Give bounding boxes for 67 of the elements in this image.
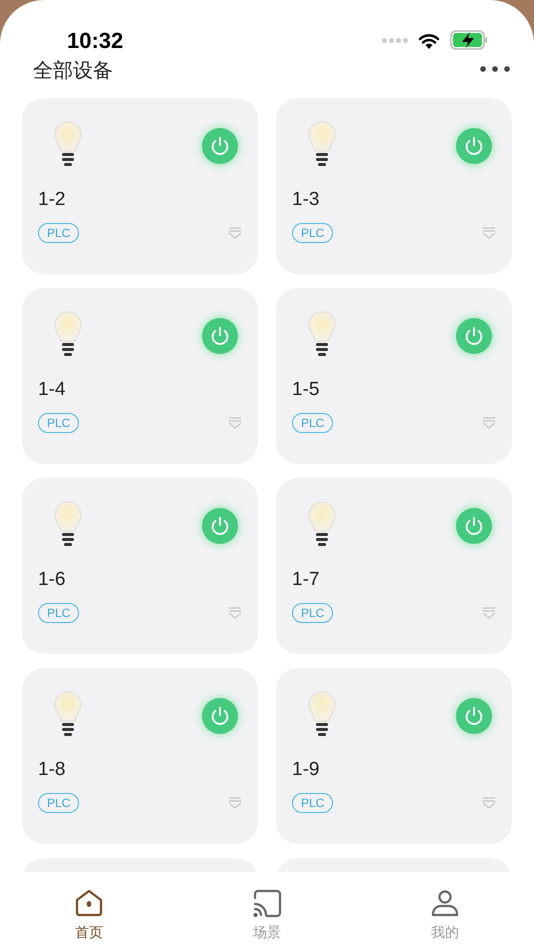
chevron-down-icon[interactable] bbox=[482, 417, 496, 429]
page-title: 全部设备 bbox=[33, 59, 113, 84]
power-icon bbox=[463, 705, 485, 727]
power-icon bbox=[463, 325, 485, 347]
chevron-down-icon[interactable] bbox=[228, 417, 242, 429]
chevron-down-icon[interactable] bbox=[482, 227, 496, 239]
device-name: 1-3 bbox=[292, 190, 320, 209]
power-icon bbox=[209, 515, 231, 537]
protocol-tag: PLC bbox=[292, 413, 334, 433]
protocol-tag: PLC bbox=[38, 223, 80, 243]
protocol-tag: PLC bbox=[292, 793, 334, 813]
light-bulb-icon bbox=[52, 120, 84, 168]
protocol-tag: PLC bbox=[292, 223, 334, 243]
device-card[interactable]: 1-5 PLC bbox=[276, 288, 512, 464]
chevron-down-icon[interactable] bbox=[228, 607, 242, 619]
tab-bar-item[interactable]: 首页 bbox=[49, 888, 129, 943]
light-bulb-icon bbox=[306, 500, 338, 548]
device-card[interactable]: 1-8 PLC bbox=[22, 668, 258, 844]
chevron-down-icon[interactable] bbox=[228, 797, 242, 809]
power-button[interactable] bbox=[456, 698, 492, 734]
protocol-tag: PLC bbox=[38, 793, 80, 813]
device-name: 1-4 bbox=[38, 380, 66, 399]
wifi-icon bbox=[418, 32, 440, 48]
power-button[interactable] bbox=[202, 508, 238, 544]
device-name: 1-5 bbox=[292, 380, 320, 399]
person-icon bbox=[430, 888, 460, 918]
power-icon bbox=[209, 135, 231, 157]
power-icon bbox=[209, 325, 231, 347]
light-bulb-icon bbox=[52, 690, 84, 738]
status-time: 10:32 bbox=[67, 30, 124, 52]
device-card[interactable]: 1-2 PLC bbox=[22, 98, 258, 274]
battery-charging-icon bbox=[450, 30, 488, 50]
device-name: 1-2 bbox=[38, 190, 66, 209]
power-button[interactable] bbox=[456, 318, 492, 354]
device-card[interactable]: 1-9 PLC bbox=[276, 668, 512, 844]
chevron-down-icon[interactable] bbox=[228, 227, 242, 239]
power-button[interactable] bbox=[456, 508, 492, 544]
protocol-tag: PLC bbox=[38, 603, 80, 623]
chevron-down-icon[interactable] bbox=[482, 797, 496, 809]
signal-dots-icon bbox=[382, 38, 408, 42]
protocol-tag: PLC bbox=[38, 413, 80, 433]
device-card[interactable]: 1-6 PLC bbox=[22, 478, 258, 654]
power-button[interactable] bbox=[202, 698, 238, 734]
light-bulb-icon bbox=[306, 310, 338, 358]
device-card[interactable]: 1-3 PLC bbox=[276, 98, 512, 274]
device-card[interactable]: 1-7 PLC bbox=[276, 478, 512, 654]
power-button[interactable] bbox=[202, 128, 238, 164]
protocol-tag: PLC bbox=[292, 603, 334, 623]
home-icon bbox=[74, 888, 104, 918]
device-name: 1-7 bbox=[292, 570, 320, 589]
device-card[interactable]: 1-4 PLC bbox=[22, 288, 258, 464]
chevron-down-icon[interactable] bbox=[482, 607, 496, 619]
device-name: 1-8 bbox=[38, 760, 66, 779]
device-name: 1-6 bbox=[38, 570, 66, 589]
light-bulb-icon bbox=[306, 690, 338, 738]
power-icon bbox=[209, 705, 231, 727]
cast-icon bbox=[252, 888, 282, 918]
power-button[interactable] bbox=[202, 318, 238, 354]
power-icon bbox=[463, 135, 485, 157]
more-button[interactable] bbox=[480, 66, 510, 72]
light-bulb-icon bbox=[52, 500, 84, 548]
more-icon bbox=[480, 66, 510, 72]
light-bulb-icon bbox=[52, 310, 84, 358]
power-button[interactable] bbox=[456, 128, 492, 164]
device-name: 1-9 bbox=[292, 760, 320, 779]
power-icon bbox=[463, 515, 485, 537]
light-bulb-icon bbox=[306, 120, 338, 168]
